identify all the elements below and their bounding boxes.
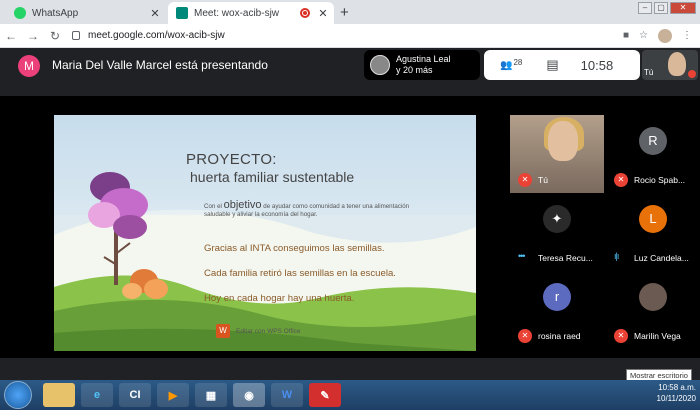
slide-subtitle: huerta familiar sustentable <box>190 169 355 185</box>
browser-toolbar: ← → ↻ meet.google.com/wox-acib-sjw ■ ☆ ⋮ <box>0 24 700 48</box>
people-button[interactable]: 👥 28 <box>500 57 523 71</box>
windows-taskbar: e CI ▶ ▦ ◉ W ✎ 10:58 a.m. 10/11/2020 <box>0 380 700 410</box>
minimize-button[interactable]: – <box>638 2 652 14</box>
close-icon[interactable]: ✕ <box>148 7 162 20</box>
pinned-participants[interactable]: Agustina Leal y 20 más <box>364 50 480 80</box>
participant-tile[interactable]: ✕ Marilin Vega <box>606 271 700 349</box>
pdf-icon[interactable]: ✎ <box>309 383 341 407</box>
mic-off-icon: ✕ <box>614 173 628 187</box>
self-video <box>668 52 686 76</box>
avatar: L <box>639 205 667 233</box>
participant-tile[interactable]: ✕ Tú <box>510 115 604 193</box>
profile-avatar[interactable] <box>658 28 672 43</box>
bird-avatar-icon: ✦ <box>543 205 571 233</box>
participant-grid: ✕ Tú R ✕ Rocio Spab... ✦ ••• Teresa Recu… <box>510 115 700 351</box>
back-icon[interactable]: ← <box>0 29 22 43</box>
camera-icon[interactable]: ■ <box>623 30 629 41</box>
intro-emphasis: objetivo <box>223 199 262 211</box>
avatar: r <box>543 283 571 311</box>
close-window-button[interactable]: ✕ <box>670 2 696 14</box>
media-player-icon[interactable]: ▶ <box>157 383 189 407</box>
avatar <box>370 55 390 75</box>
video-face <box>548 121 578 161</box>
participant-name: Marilin Vega <box>634 331 681 341</box>
photo-avatar <box>639 283 667 311</box>
tab-label: Meet: wox-acib-sjw <box>194 7 280 19</box>
participant-name: Rocio Spab... <box>634 175 686 185</box>
tab-whatsapp[interactable]: WhatsApp ✕ <box>6 2 166 24</box>
self-label: Tú <box>644 68 654 77</box>
meet-controls: 👥 28 ▤ 10:58 <box>484 50 640 80</box>
presenter-avatar: M <box>18 55 40 77</box>
mic-off-icon: ✕ <box>518 329 532 343</box>
participant-tile[interactable]: R ✕ Rocio Spab... <box>606 115 700 193</box>
people-count: 28 <box>513 57 523 67</box>
mic-off-icon: ✕ <box>518 173 532 187</box>
participant-name: Luz Candela... <box>634 253 689 263</box>
pinned-more: y 20 más <box>396 65 433 75</box>
tray-time: 10:58 a.m. <box>658 383 696 392</box>
wps-text: Editar con WPS Office <box>236 327 301 335</box>
new-tab-button[interactable]: + <box>340 4 349 21</box>
wps-logo-icon: W <box>216 324 230 338</box>
menu-icon[interactable]: ⋮ <box>682 30 692 41</box>
tray-date: 10/11/2020 <box>656 394 696 403</box>
close-icon[interactable]: ✕ <box>316 7 330 20</box>
tab-meet[interactable]: Meet: wox-acib-sjw ✕ <box>168 2 334 24</box>
forward-icon[interactable]: → <box>22 29 44 43</box>
participant-tile[interactable]: ✦ ••• Teresa Recu... <box>510 193 604 271</box>
participant-name: Tú <box>538 175 548 185</box>
maximize-button[interactable]: ▢ <box>654 2 668 14</box>
movie-maker-icon[interactable]: ▦ <box>195 383 227 407</box>
speaking-icon: ••• <box>518 251 526 261</box>
presentation-slide: PROYECTO: huerta familiar sustentable Co… <box>54 115 476 351</box>
address-bar[interactable]: meet.google.com/wox-acib-sjw <box>72 30 623 41</box>
explorer-icon[interactable] <box>43 383 75 407</box>
star-icon[interactable]: ☆ <box>639 30 648 41</box>
mic-off-icon <box>688 70 696 78</box>
whatsapp-icon <box>14 7 26 19</box>
slide-intro: Con el objetivo de ayudar como comunidad… <box>204 199 419 219</box>
participant-name: rosina raed <box>538 331 581 341</box>
participant-tile[interactable]: L ı|ı Luz Candela... <box>606 193 700 271</box>
mic-off-icon: ✕ <box>614 329 628 343</box>
avatar: R <box>639 127 667 155</box>
system-tray: 10:58 a.m. 10/11/2020 <box>657 382 696 404</box>
chrome-icon[interactable]: ◉ <box>233 383 265 407</box>
slide-title: PROYECTO: <box>186 151 277 168</box>
wps-watermark: W Editar con WPS Office <box>216 324 301 338</box>
tab-label: WhatsApp <box>32 7 79 19</box>
speaking-icon: ı|ı <box>614 251 619 261</box>
meet-icon <box>176 7 188 19</box>
participant-name: Teresa Recu... <box>538 253 593 263</box>
recording-icon <box>300 8 310 18</box>
intro-prefix: Con el <box>204 203 222 210</box>
pinned-name: Agustina Leal <box>396 54 451 64</box>
people-icon: 👥 <box>500 59 513 71</box>
window-controls: – ▢ ✕ <box>638 2 696 14</box>
lock-icon <box>72 31 80 40</box>
slide-line-3: Hoy en cada hogar hay una huerta. <box>204 293 355 304</box>
slide-line-1: Gracias al INTA conseguimos las semillas… <box>204 243 385 254</box>
self-view[interactable]: Tú <box>642 50 698 80</box>
start-button[interactable] <box>4 381 32 409</box>
url-text: meet.google.com/wox-acib-sjw <box>88 30 225 41</box>
participant-tile[interactable]: r ✕ rosina raed <box>510 271 604 349</box>
chat-icon[interactable]: ▤ <box>546 57 558 73</box>
word-icon[interactable]: W <box>271 383 303 407</box>
slide-line-2: Cada familia retiró las semillas en la e… <box>204 268 396 279</box>
presenter-status: Maria Del Valle Marcel está presentando <box>52 58 268 72</box>
ie-icon[interactable]: e <box>81 383 113 407</box>
app-ci-icon[interactable]: CI <box>119 383 151 407</box>
clock: 10:58 <box>580 57 614 73</box>
browser-tab-strip: WhatsApp ✕ Meet: wox-acib-sjw ✕ + – ▢ ✕ <box>0 0 700 24</box>
reload-icon[interactable]: ↻ <box>44 29 66 43</box>
